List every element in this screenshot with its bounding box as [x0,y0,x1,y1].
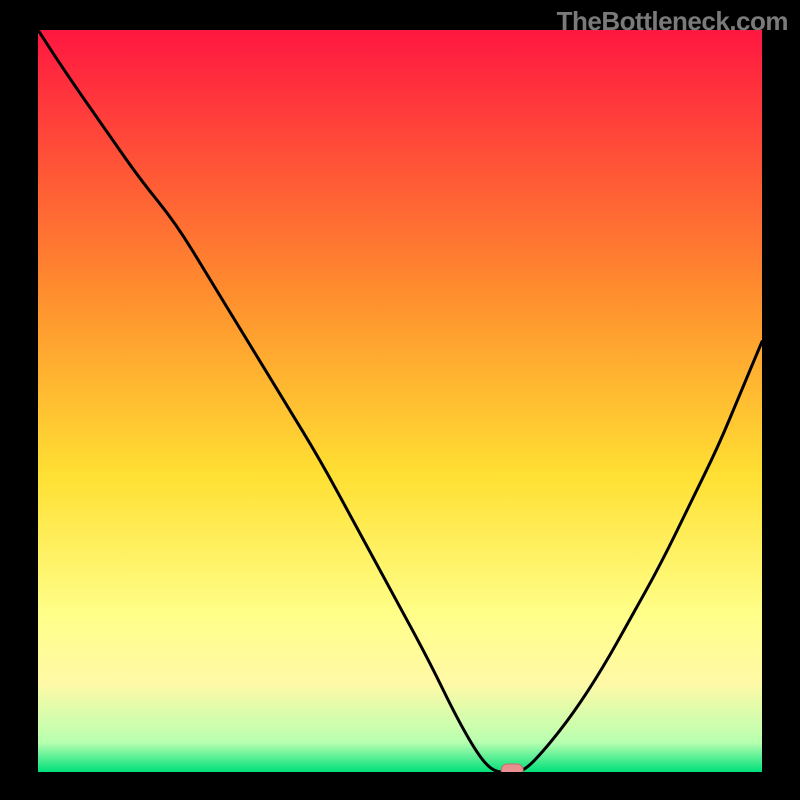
gradient-background [38,30,762,772]
optimal-marker [501,764,523,772]
watermark-text: TheBottleneck.com [557,6,788,37]
chart-container: TheBottleneck.com [0,0,800,800]
bottleneck-chart [38,30,762,772]
plot-area [38,30,762,772]
